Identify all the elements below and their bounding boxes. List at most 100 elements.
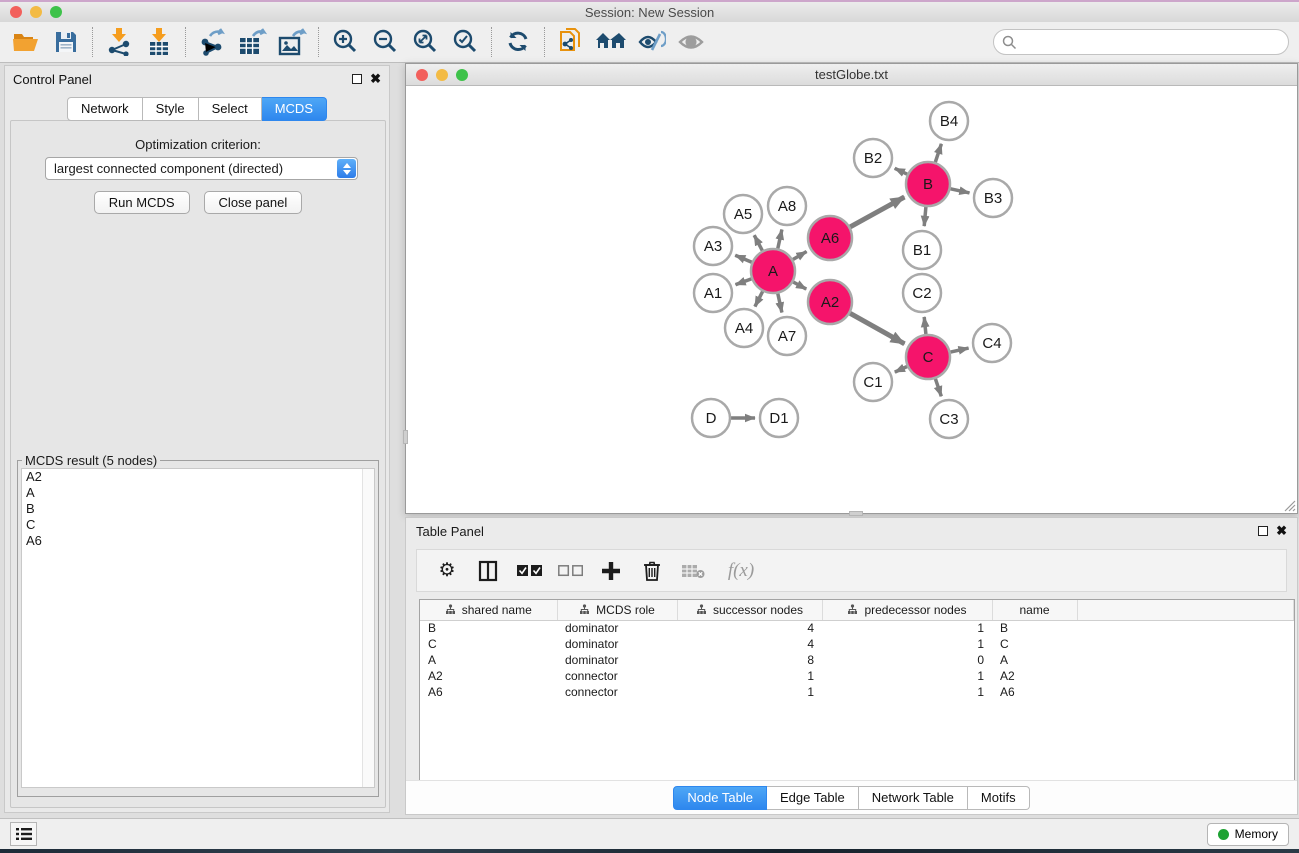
table-cell[interactable]: A6: [992, 684, 1077, 700]
network-node-C[interactable]: C: [906, 335, 950, 379]
network-node-A2[interactable]: A2: [808, 280, 852, 324]
table-cell[interactable]: 1: [822, 636, 992, 652]
table-cell[interactable]: A2: [420, 668, 557, 684]
zoom-in-button[interactable]: [325, 25, 365, 59]
network-edge-A-A3[interactable]: [735, 255, 752, 262]
table-cell[interactable]: connector: [557, 684, 677, 700]
network-node-A4[interactable]: A4: [725, 309, 763, 347]
table-cell[interactable]: 1: [677, 668, 822, 684]
network-canvas[interactable]: B4B2BB3A8A5A6A3B1AA1C2A2A4A7C4CC1C3DD1: [406, 86, 1297, 513]
import-table-button[interactable]: [139, 25, 179, 59]
result-item[interactable]: A6: [22, 533, 374, 549]
network-edge-A-A4[interactable]: [755, 292, 763, 307]
network-node-D[interactable]: D: [692, 399, 730, 437]
table-cell[interactable]: connector: [557, 668, 677, 684]
tab-style[interactable]: Style: [143, 97, 199, 121]
network-node-D1[interactable]: D1: [760, 399, 798, 437]
save-session-button[interactable]: [46, 25, 86, 59]
run-mcds-button[interactable]: Run MCDS: [94, 191, 190, 214]
network-from-selection-button[interactable]: [551, 25, 591, 59]
result-item[interactable]: B: [22, 501, 374, 517]
show-graphics-details-button[interactable]: [631, 25, 671, 59]
create-column-button[interactable]: [595, 555, 627, 587]
network-edge-B-B3[interactable]: [951, 189, 970, 193]
table-cell[interactable]: 0: [822, 652, 992, 668]
network-node-B1[interactable]: B1: [903, 231, 941, 269]
result-item[interactable]: A2: [22, 469, 374, 485]
network-node-A[interactable]: A: [751, 249, 795, 293]
table-cell[interactable]: C: [420, 636, 557, 652]
network-edge-A-A8[interactable]: [778, 230, 782, 249]
table-cell[interactable]: A: [420, 652, 557, 668]
delete-table-button[interactable]: [677, 555, 709, 587]
column-header-name[interactable]: name: [992, 600, 1077, 620]
network-node-A6[interactable]: A6: [808, 216, 852, 260]
network-edge-A-A2[interactable]: [793, 282, 806, 289]
zoom-selected-button[interactable]: [445, 25, 485, 59]
close-table-panel-icon[interactable]: ✖: [1276, 526, 1287, 536]
open-session-button[interactable]: [6, 25, 46, 59]
export-network-button[interactable]: [192, 25, 232, 59]
network-node-A5[interactable]: A5: [724, 195, 762, 233]
network-edge-B-B1[interactable]: [924, 207, 926, 226]
table-row[interactable]: Adominator80A: [420, 652, 1294, 668]
network-edge-C-C2[interactable]: [924, 317, 926, 334]
tab-mcds[interactable]: MCDS: [262, 97, 327, 121]
network-edge-A2-C[interactable]: [850, 313, 904, 344]
network-node-A1[interactable]: A1: [694, 274, 732, 312]
result-item[interactable]: C: [22, 517, 374, 533]
network-edge-A-A7[interactable]: [778, 294, 782, 313]
network-edge-C-C3[interactable]: [935, 379, 941, 397]
network-node-C3[interactable]: C3: [930, 400, 968, 438]
select-all-columns-button[interactable]: [513, 555, 545, 587]
table-cell[interactable]: dominator: [557, 652, 677, 668]
float-panel-icon[interactable]: [352, 74, 362, 84]
hide-graphics-button[interactable]: [671, 25, 711, 59]
float-table-panel-icon[interactable]: [1258, 526, 1268, 536]
zoom-app-button[interactable]: [50, 6, 62, 18]
unselect-all-columns-button[interactable]: [554, 555, 586, 587]
memory-button[interactable]: Memory: [1207, 823, 1289, 846]
network-node-C4[interactable]: C4: [973, 324, 1011, 362]
import-network-button[interactable]: [99, 25, 139, 59]
network-window-titlebar[interactable]: testGlobe.txt: [406, 64, 1297, 86]
result-scrollbar[interactable]: [362, 469, 374, 787]
network-node-B2[interactable]: B2: [854, 139, 892, 177]
network-edge-A6-B[interactable]: [850, 197, 904, 227]
table-row[interactable]: Bdominator41B: [420, 620, 1294, 636]
table-cell[interactable]: A2: [992, 668, 1077, 684]
export-image-button[interactable]: [272, 25, 312, 59]
table-cell[interactable]: 1: [677, 684, 822, 700]
tab-network-table[interactable]: Network Table: [859, 786, 968, 810]
table-cell[interactable]: 1: [822, 684, 992, 700]
export-table-button[interactable]: [232, 25, 272, 59]
zoom-out-button[interactable]: [365, 25, 405, 59]
network-node-C2[interactable]: C2: [903, 274, 941, 312]
table-cell[interactable]: B: [992, 620, 1077, 636]
close-panel-icon[interactable]: ✖: [370, 74, 381, 84]
close-panel-button[interactable]: Close panel: [204, 191, 303, 214]
network-node-A7[interactable]: A7: [768, 317, 806, 355]
network-node-A3[interactable]: A3: [694, 227, 732, 265]
tab-select[interactable]: Select: [199, 97, 262, 121]
table-row[interactable]: A2connector11A2: [420, 668, 1294, 684]
network-node-B4[interactable]: B4: [930, 102, 968, 140]
column-header-shared-name[interactable]: shared name: [420, 600, 557, 620]
column-header-MCDS-role[interactable]: MCDS role: [557, 600, 677, 620]
splitter-handle[interactable]: [849, 511, 863, 516]
tab-node-table[interactable]: Node Table: [673, 786, 767, 810]
minimize-network-button[interactable]: [436, 69, 448, 81]
result-item[interactable]: A: [22, 485, 374, 501]
home-button[interactable]: [591, 25, 631, 59]
table-row[interactable]: Cdominator41C: [420, 636, 1294, 652]
table-cell[interactable]: A: [992, 652, 1077, 668]
tab-edge-table[interactable]: Edge Table: [767, 786, 859, 810]
table-cell[interactable]: 8: [677, 652, 822, 668]
table-cell[interactable]: 4: [677, 620, 822, 636]
table-cell[interactable]: dominator: [557, 620, 677, 636]
table-cell[interactable]: dominator: [557, 636, 677, 652]
network-node-A8[interactable]: A8: [768, 187, 806, 225]
minimize-app-button[interactable]: [30, 6, 42, 18]
table-cell[interactable]: 1: [822, 668, 992, 684]
close-network-button[interactable]: [416, 69, 428, 81]
